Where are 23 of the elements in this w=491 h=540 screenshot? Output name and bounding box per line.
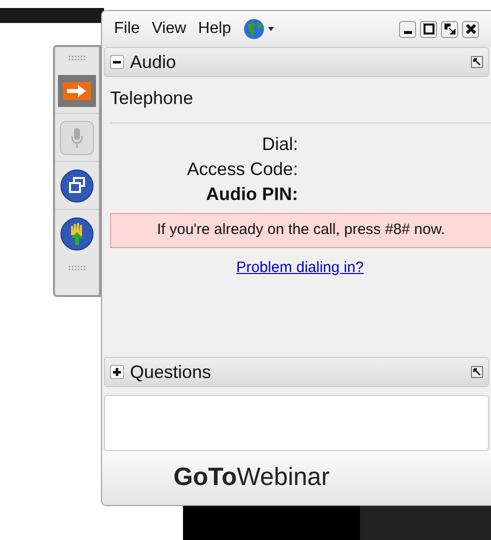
windows-icon[interactable] [60,168,94,202]
globe-icon[interactable] [243,18,276,40]
popout-icon[interactable] [471,56,483,68]
minimize-icon[interactable] [399,20,416,38]
panel-title: Questions [130,360,212,384]
menu-item[interactable]: View [152,17,186,41]
collapse-icon[interactable] [110,55,124,69]
close-icon[interactable] [462,20,479,38]
notice-banner: If you're already on the call, press #8# now. [110,213,491,248]
expand-icon[interactable] [110,365,124,379]
restore-icon[interactable] [441,20,458,38]
maximize-icon[interactable] [420,20,437,38]
menu-item[interactable]: File [114,17,140,41]
popout-icon[interactable] [471,366,483,378]
field-label: Audio PIN: [205,183,298,206]
field-label: Dial: [260,133,298,156]
panel-title: Audio [130,50,178,74]
field-label: Access Code: [186,158,298,181]
help-link[interactable]: Problem dialing in? [236,258,364,276]
raise-hand-icon[interactable] [60,216,94,250]
menu-item[interactable]: Help [198,17,232,41]
audio-mode-label: Telephone [110,85,491,124]
app-logo: GoToWebinar [173,462,330,494]
